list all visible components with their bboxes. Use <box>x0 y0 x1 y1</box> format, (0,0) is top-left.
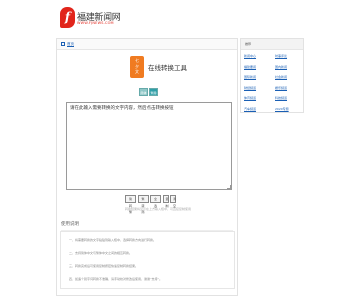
badge-char-3: 文 <box>135 69 139 74</box>
resize-handle-icon[interactable] <box>227 185 231 189</box>
action-buttons: 简转繁 繁转简 全选 复制 清空 <box>125 195 176 214</box>
text-input-area[interactable]: 请在此输入需要转换的文字内容，然后点击转换按钮 <box>66 102 232 190</box>
notes-box: 一、将需要转换的文字粘贴到输入框中，选择转换方向进行转换。 二、支持简体中文与繁… <box>60 231 235 289</box>
logo-url: WWW.FJNEWS.COM <box>77 21 114 25</box>
note-item: 一、将需要转换的文字粘贴到输入框中，选择转换方向进行转换。 <box>69 238 157 242</box>
note-item: 三、转换完成后可使用复制按钮快速复制转换结果。 <box>69 264 139 268</box>
tab-simplified[interactable]: 简体 <box>139 88 148 96</box>
main-panel: 首页 七 夕 文 在线转换工具 简体 繁體 请在此输入需要转换的文字内容，然后点… <box>56 38 238 296</box>
sidebar-link[interactable]: 国内新闻 <box>275 64 306 71</box>
sidebar-title: 推荐 <box>241 39 303 50</box>
sidebar-link[interactable]: 新闻中心 <box>244 53 275 60</box>
convert-to-traditional-button[interactable]: 简转繁 <box>125 195 136 214</box>
conversion-tabs: 简体 繁體 <box>139 88 158 96</box>
sidebar-link[interactable]: 时事评论 <box>275 53 306 60</box>
logo-mark: f <box>60 7 75 28</box>
convert-to-simplified-button[interactable]: 繁转简 <box>137 195 149 214</box>
notes-heading: 使用说明 <box>61 221 233 231</box>
tool-badge: 七 夕 文 <box>130 56 144 78</box>
breadcrumb-home-link[interactable]: 首页 <box>67 42 74 47</box>
sidebar-links: 新闻中心 时事评论 福建要闻 国内新闻 国际新闻 社会新闻 财经频道 娱乐频道 … <box>241 50 303 113</box>
note-item: 二、支持简体中文与繁体中文之间的相互转换。 <box>69 251 133 255</box>
breadcrumb: 首页 <box>57 39 237 50</box>
sidebar-link[interactable]: 娱乐频道 <box>275 85 306 92</box>
clear-button[interactable]: 清空 <box>170 195 176 208</box>
sidebar-link[interactable]: 社会新闻 <box>275 74 306 81</box>
tool-title: 在线转换工具 <box>148 64 187 72</box>
sidebar-link[interactable]: 国际新闻 <box>244 74 275 81</box>
tab-traditional[interactable]: 繁體 <box>149 88 158 96</box>
sidebar-link[interactable]: 财经频道 <box>244 85 275 92</box>
note-item: 四、如遇个别字词转换不准确，请手动校对修改后使用，谢谢“支持”。 <box>69 277 163 281</box>
sidebar-link[interactable]: 科技频道 <box>275 95 306 102</box>
tool-brand: 七 夕 文 在线转换工具 <box>130 55 187 79</box>
home-icon <box>61 42 65 46</box>
sidebar-link[interactable]: 2020专题 <box>275 106 306 113</box>
sidebar-link[interactable]: 体育频道 <box>244 95 275 102</box>
sidebar-panel: 推荐 新闻中心 时事评论 福建要闻 国内新闻 国际新闻 社会新闻 财经频道 娱乐… <box>240 38 304 113</box>
copy-button[interactable]: 复制 <box>162 195 169 208</box>
sidebar-link[interactable]: 福建要闻 <box>244 64 275 71</box>
sidebar-link[interactable]: 汽车频道 <box>244 106 275 113</box>
conversion-hint: 转换结果将显示在上方输入框中，可直接复制使用 <box>125 207 192 211</box>
site-logo[interactable]: f 福建新闻网 WWW.FJNEWS.COM <box>60 7 121 35</box>
select-all-button[interactable]: 全选 <box>150 195 161 208</box>
